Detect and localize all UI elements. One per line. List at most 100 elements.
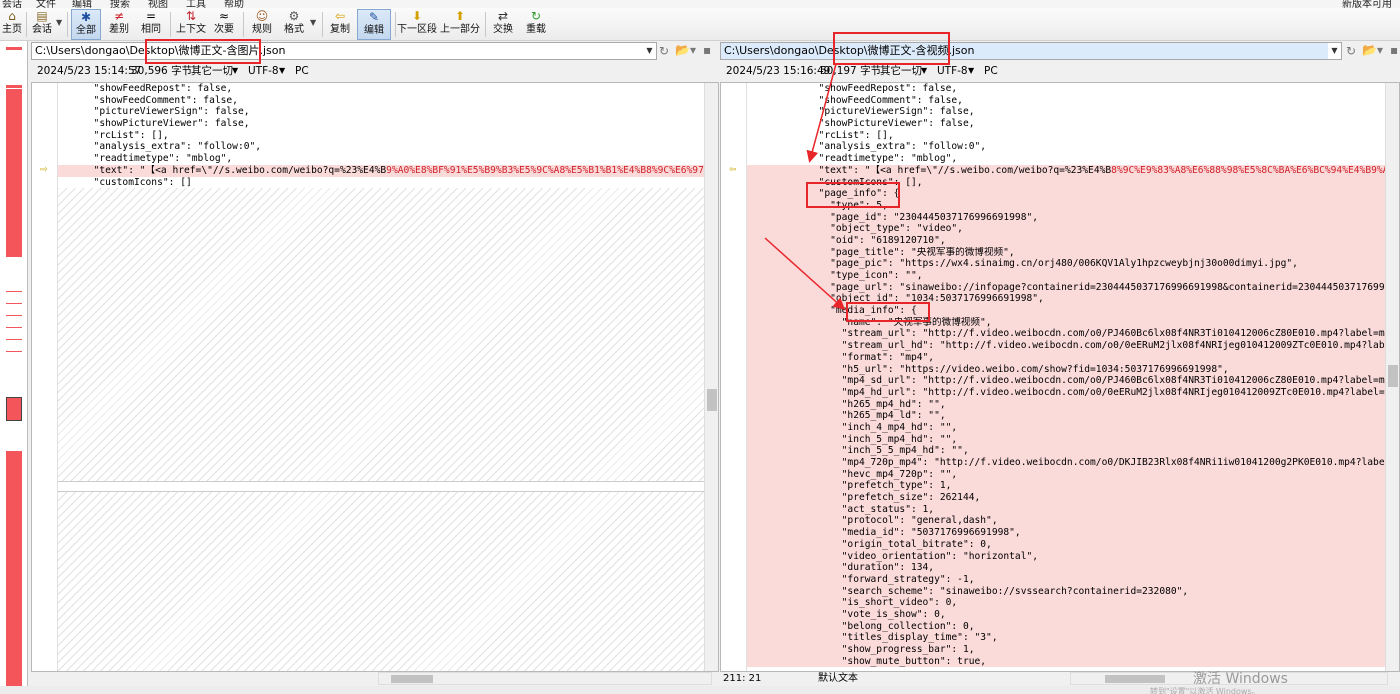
overview-diff-mark	[6, 85, 22, 88]
line-end-dropdown-icon[interactable]: ▼	[232, 62, 238, 80]
right-vscroll-thumb[interactable]	[1388, 365, 1398, 387]
menu-edit[interactable]: 编辑	[72, 0, 92, 8]
right-folder-dropdown-icon[interactable]: ▾	[1377, 43, 1383, 57]
rules-person-icon: ☺	[255, 9, 269, 23]
code-line-added: "h5_url": "https://video.weibo.com/show?…	[747, 363, 1385, 376]
session-button[interactable]: ▤ 会话	[30, 9, 54, 40]
overview-diff-mark	[6, 315, 22, 316]
toolbar-separator	[395, 12, 396, 37]
equal-icon: =	[145, 9, 157, 23]
left-vertical-scrollbar[interactable]	[704, 83, 718, 671]
prev-part-button[interactable]: ⬆ 上一部分	[440, 9, 480, 40]
next-section-button[interactable]: ⬇ 下一区段	[397, 9, 437, 40]
left-save-icon[interactable]: ▪	[703, 43, 711, 57]
menu-search[interactable]: 搜索	[110, 0, 130, 8]
format-button[interactable]: ⚙ 格式	[281, 9, 307, 40]
code-line-added: "prefetch_size": 262144,	[747, 492, 1385, 504]
same-button[interactable]: = 相同	[138, 9, 164, 40]
minor-button[interactable]: ≈ 次要	[211, 9, 237, 40]
overview-diff-block	[6, 451, 22, 689]
menu-tools[interactable]: 工具	[186, 0, 206, 8]
menu-view[interactable]: 视图	[148, 0, 168, 8]
left-folder-dropdown-icon[interactable]: ▾	[690, 43, 696, 57]
left-gutter: ⇨	[32, 83, 58, 671]
overview-diff-mark	[6, 339, 22, 340]
left-path-dropdown-icon[interactable]: ▼	[643, 42, 657, 60]
home-button[interactable]: ⌂ 主页	[0, 9, 24, 40]
code-line-added: "inch_5_5_mp4_hd": "",	[747, 445, 1385, 457]
code-line-added: "show_progress_bar": 1,	[747, 644, 1385, 656]
context-icon: ⇅	[185, 9, 197, 23]
left-line-end-select[interactable]: 其它一切	[191, 62, 233, 80]
right-editor-pane[interactable]: ⇦ "showFeedRepost": false, "showFeedComm…	[720, 82, 1400, 672]
code-line-added: "media_id": "5037176996691998",	[747, 527, 1385, 539]
code-line: "readtimetype": "mblog",	[82, 153, 233, 165]
approx-icon: ≈	[218, 9, 230, 23]
menu-help[interactable]: 帮助	[224, 0, 244, 8]
code-line-added: "name": "央视军事的微博视频",	[747, 316, 1385, 329]
new-version-link[interactable]: 新版本可用	[1342, 0, 1392, 8]
code-line-added: "duration": 134,	[747, 562, 1385, 574]
overview-diff-block	[6, 89, 22, 257]
code-line-added: "act_status": 1,	[747, 503, 1385, 516]
left-refresh-icon[interactable]: ↻	[659, 44, 669, 58]
menu-session[interactable]: 会话	[2, 0, 22, 8]
format-dropdown-icon[interactable]: ▼	[310, 18, 316, 27]
right-open-folder-icon[interactable]: 📂	[1362, 43, 1377, 57]
diff-button[interactable]: ≠ 差别	[106, 9, 132, 40]
annotation-box-left-filename	[145, 39, 261, 64]
copy-button[interactable]: ⇦ 复制	[327, 9, 353, 40]
code-line-added: "protocol": "general,dash",	[747, 515, 1385, 528]
diff-marker-icon: ⇦	[729, 165, 737, 175]
menu-file[interactable]: 文件	[36, 0, 56, 8]
left-vscroll-thumb[interactable]	[707, 389, 717, 411]
right-vertical-scrollbar[interactable]	[1385, 83, 1399, 671]
code-line-diff: "text": "【<a href=\"//s.weibo.com/weibo?…	[58, 164, 704, 177]
swap-button[interactable]: ⇄ 交换	[490, 9, 516, 40]
context-button[interactable]: ⇅ 上下文	[174, 9, 208, 40]
cursor-position: 211: 21	[723, 673, 762, 684]
left-path-input[interactable]: C:\Users\dongao\Desktop\微博正文-含图片.json	[31, 42, 653, 60]
right-hscroll-thumb[interactable]	[1105, 675, 1165, 683]
code-line-added: "forward_strategy": -1,	[747, 573, 1385, 586]
left-platform[interactable]: PC	[295, 62, 309, 80]
annotation-box-page-info	[806, 182, 900, 208]
overview-viewport[interactable]	[6, 397, 22, 421]
right-platform[interactable]: PC	[984, 62, 998, 80]
left-size: 30,596 字节	[131, 65, 193, 77]
code-line-added: "titles_display_time": "3",	[747, 632, 1385, 644]
activate-windows-watermark: 激活 Windows	[1193, 671, 1288, 687]
right-code[interactable]: "showFeedRepost": false, "showFeedCommen…	[747, 83, 1385, 671]
right-save-icon[interactable]: ▪	[1390, 43, 1398, 57]
code-line-added: "page_title": "央视军事的微博视频",	[747, 246, 1385, 259]
session-dropdown-icon[interactable]: ▼	[56, 18, 62, 27]
code-line: "analysis_extra": "follow:0",	[807, 141, 987, 153]
toolbar-separator	[67, 12, 68, 37]
left-encoding-select[interactable]: UTF-8	[248, 62, 279, 80]
up-arrow-icon: ⬆	[454, 9, 466, 23]
encoding-dropdown-icon[interactable]: ▼	[968, 62, 974, 80]
code-line-added: "h265_mp4_ld": "",	[747, 410, 1385, 422]
session-icon: ▤	[36, 9, 48, 23]
code-line-diff: "text": "【<a href=\"//s.weibo.com/weibo?…	[747, 164, 1385, 177]
all-button[interactable]: ✱ 全部	[71, 9, 101, 40]
edit-button[interactable]: ✎ 编辑	[357, 9, 391, 40]
right-path-input[interactable]: C:\Users\dongao\Desktop\微博正文-含视频.json	[720, 42, 1342, 60]
code-line-added: "stream_url": "http://f.video.weibocdn.c…	[747, 328, 1385, 341]
encoding-dropdown-icon[interactable]: ▼	[279, 62, 285, 80]
left-timestamp: 2024/5/23 15:14:57	[37, 65, 142, 77]
reload-button[interactable]: ↻ 重载	[523, 9, 549, 40]
left-horizontal-scrollbar[interactable]	[378, 672, 712, 685]
left-open-folder-icon[interactable]: 📂	[675, 43, 690, 57]
diff-overview-strip[interactable]	[0, 41, 28, 689]
copy-left-arrow-icon: ⇦	[334, 9, 346, 23]
left-editor-pane[interactable]: ⇨ "showFeedRepost": false, "showFeedComm…	[31, 82, 719, 672]
code-line-added: "prefetch_type": 1,	[747, 480, 1385, 493]
left-code[interactable]: "showFeedRepost": false, "showFeedCommen…	[58, 83, 704, 671]
code-line: "readtimetype": "mblog",	[807, 153, 958, 165]
right-path-dropdown-icon[interactable]: ▼	[1328, 42, 1342, 60]
left-hscroll-thumb[interactable]	[391, 675, 433, 683]
rules-button[interactable]: ☺ 规则	[249, 9, 275, 40]
right-refresh-icon[interactable]: ↻	[1346, 44, 1356, 58]
overview-diff-mark	[6, 327, 22, 328]
